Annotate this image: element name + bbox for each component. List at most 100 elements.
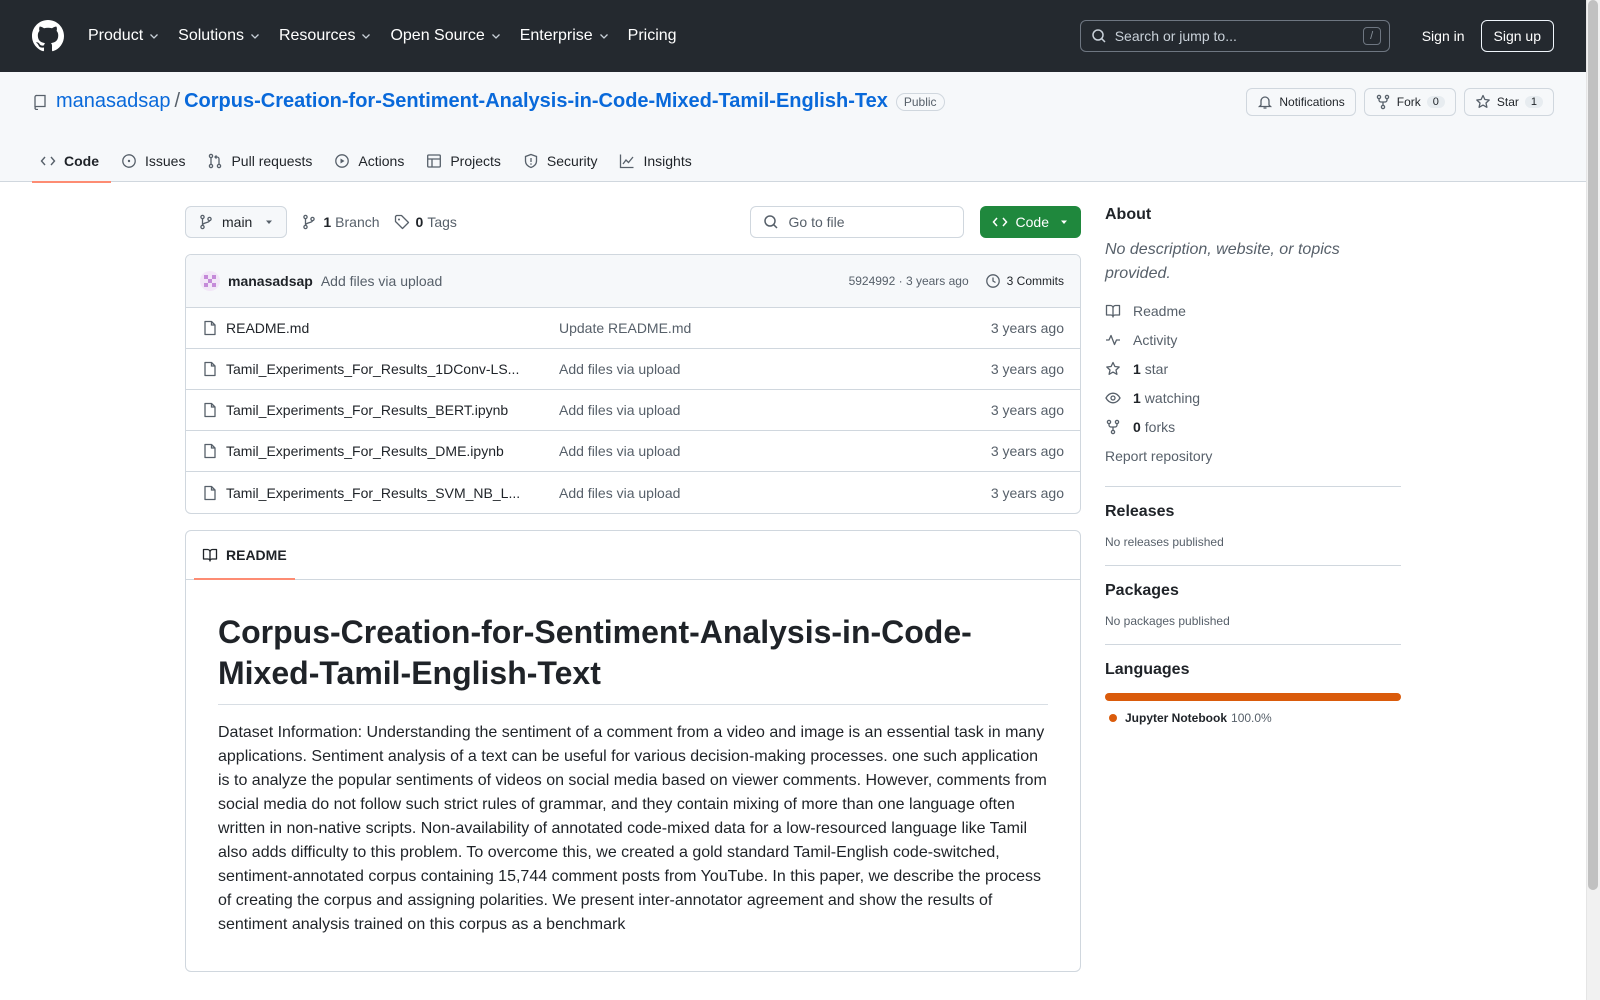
notifications-button[interactable]: Notifications [1246, 88, 1356, 116]
branches-link[interactable]: 1 Branch [301, 214, 380, 230]
pull-request-icon [209, 153, 222, 169]
file-commit-message[interactable]: Add files via upload [559, 361, 991, 377]
repo-tabs: Code Issues Pull requests Actions Projec… [32, 140, 706, 183]
file-commit-message[interactable]: Add files via upload [559, 443, 991, 459]
languages-heading: Languages [1105, 661, 1190, 678]
search-input[interactable]: Search or jump to... / [1079, 20, 1390, 52]
table-row[interactable]: Tamil_Experiments_For_Results_BERT.ipynb… [186, 390, 1080, 431]
readme-title: Corpus-Creation-for-Sentiment-Analysis-i… [218, 612, 1048, 705]
avatar[interactable] [200, 271, 220, 291]
repo-separator: / [174, 90, 181, 112]
repo-name-link[interactable]: Corpus-Creation-for-Sentiment-Analysis-i… [184, 90, 888, 113]
branch-label: Branch [335, 214, 380, 230]
stars-label: star [1144, 360, 1169, 377]
search-icon [1091, 29, 1106, 43]
releases-heading[interactable]: Releases [1105, 503, 1401, 521]
tab-security[interactable]: Security [515, 140, 610, 182]
identicon-icon [200, 271, 220, 291]
packages-heading[interactable]: Packages [1105, 582, 1401, 600]
activity-link[interactable]: Activity [1105, 325, 1401, 354]
issue-icon [122, 154, 136, 168]
activity-link-label: Activity [1133, 331, 1178, 348]
tab-issues-label: Issues [145, 153, 186, 169]
table-row[interactable]: Tamil_Experiments_For_Results_SVM_NB_L..… [186, 472, 1080, 513]
about-heading: About [1105, 206, 1152, 223]
file-commit-time: 3 years ago [990, 320, 1064, 336]
fork-count: 0 [1426, 96, 1445, 108]
nav-resources[interactable]: Resources [279, 27, 372, 45]
file-commit-message[interactable]: Update README.md [559, 320, 991, 336]
file-name-link[interactable]: Tamil_Experiments_For_Results_SVM_NB_L..… [226, 485, 559, 501]
nav-open-source[interactable]: Open Source [390, 27, 501, 45]
file-name-link[interactable]: README.md [226, 320, 559, 336]
tag-label: Tags [427, 214, 457, 230]
tab-issues[interactable]: Issues [113, 140, 197, 182]
table-row[interactable]: Tamil_Experiments_For_Results_DME.ipynb … [186, 431, 1080, 472]
report-repository-link[interactable]: Report repository [1105, 441, 1401, 470]
commit-meta: 5924992 · 3 years ago 3 Commits [849, 273, 1064, 289]
language-item[interactable]: Jupyter Notebook 100.0% [1105, 711, 1401, 725]
tab-actions[interactable]: Actions [326, 140, 416, 182]
chevron-down-icon [150, 34, 159, 39]
forks-link[interactable]: 0 forks [1105, 412, 1401, 441]
fork-button[interactable]: Fork 0 [1363, 88, 1456, 116]
watchers-link[interactable]: 1 watching [1105, 383, 1401, 412]
file-commit-message[interactable]: Add files via upload [559, 402, 991, 418]
nav-enterprise[interactable]: Enterprise [520, 27, 610, 45]
caret-down-icon [266, 220, 273, 224]
fork-icon [1106, 419, 1120, 434]
tab-code[interactable]: Code [32, 140, 111, 183]
nav-pricing-label: Pricing [627, 27, 677, 44]
branch-select[interactable]: main [185, 206, 288, 238]
scrollbar-thumb[interactable] [1588, 0, 1598, 890]
releases-empty: No releases published [1105, 535, 1224, 549]
stars-link[interactable]: 1 star [1105, 354, 1401, 383]
nav-pricing[interactable]: Pricing [628, 27, 677, 45]
nav-open-source-label: Open Source [390, 27, 485, 44]
readme-tab-label: README [226, 547, 287, 563]
pulse-icon [1106, 334, 1120, 345]
tab-pull-requests[interactable]: Pull requests [199, 140, 324, 182]
file-name-link[interactable]: Tamil_Experiments_For_Results_DME.ipynb [226, 443, 559, 459]
fork-label: Fork [1396, 95, 1421, 109]
code-button-label: Code [1015, 214, 1049, 230]
table-row[interactable]: README.md Update README.md 3 years ago [186, 308, 1080, 349]
commit-sha-time[interactable]: 5924992 · 3 years ago [849, 274, 969, 288]
sign-in-link[interactable]: Sign in [1406, 28, 1481, 44]
file-icon [204, 485, 216, 500]
readme-link[interactable]: Readme [1105, 296, 1401, 325]
nav-solutions[interactable]: Solutions [178, 27, 261, 45]
nav-product[interactable]: Product [88, 27, 160, 45]
tab-projects[interactable]: Projects [418, 140, 513, 182]
table-row[interactable]: Tamil_Experiments_For_Results_1DConv-LS.… [186, 349, 1080, 390]
commit-author[interactable]: manasadsap [228, 273, 313, 289]
code-dropdown-button[interactable]: Code [979, 206, 1081, 238]
scrollbar[interactable] [1586, 0, 1600, 1000]
tab-readme[interactable]: README [194, 531, 295, 580]
watching-label: watching [1144, 389, 1201, 406]
commit-message[interactable]: Add files via upload [321, 273, 442, 289]
caret-down-icon [1061, 220, 1067, 224]
commits-history-link[interactable]: 3 Commits [985, 273, 1064, 289]
tag-count: 0 [415, 214, 424, 230]
file-name-link[interactable]: Tamil_Experiments_For_Results_BERT.ipynb [226, 402, 559, 418]
github-logo-icon[interactable] [32, 20, 64, 52]
file-commit-message[interactable]: Add files via upload [559, 485, 991, 501]
star-icon [1106, 361, 1120, 375]
file-icon [204, 443, 216, 459]
repo-owner-link[interactable]: manasadsap [56, 90, 171, 113]
chevron-down-icon [251, 34, 259, 39]
repo-header: manasadsap / Corpus-Creation-for-Sentime… [0, 72, 1586, 183]
tab-insights[interactable]: Insights [611, 140, 703, 182]
star-button[interactable]: Star 1 [1463, 88, 1554, 116]
history-icon [985, 274, 1000, 288]
repo-title: manasadsap / Corpus-Creation-for-Sentime… [32, 90, 945, 113]
book-icon [202, 548, 218, 562]
file-name-link[interactable]: Tamil_Experiments_For_Results_1DConv-LS.… [226, 361, 559, 377]
readme-header: README [186, 531, 1080, 580]
go-to-file-input[interactable]: Go to file [749, 206, 964, 238]
shield-icon [524, 153, 538, 169]
tags-link[interactable]: 0 Tags [394, 214, 457, 230]
packages-empty: No packages published [1105, 614, 1230, 628]
sign-up-button[interactable]: Sign up [1480, 20, 1554, 52]
